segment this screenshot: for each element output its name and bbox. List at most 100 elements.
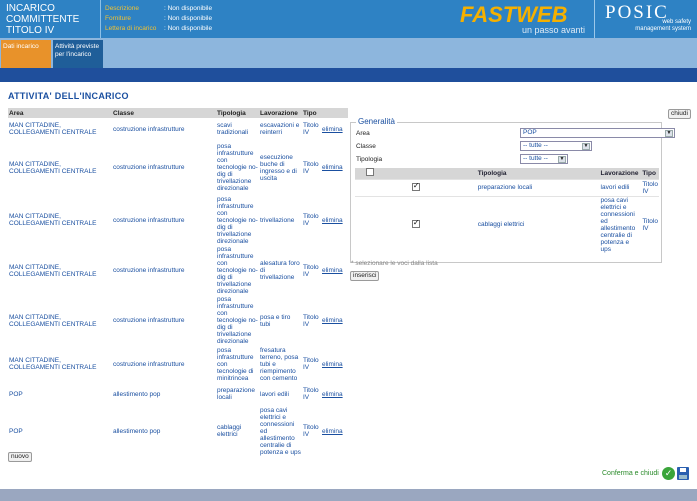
posic-sub-2: management system [635,26,691,32]
cell-tipologia: cablaggi elettrici [476,195,600,253]
cell-area: MAN CITTADINE, COLLEGAMENTI CENTRALE [9,313,97,328]
cell-tipo: Titolo IV [303,213,319,227]
cell-tipologia: posa infrastrutture con tecnologie no-di… [217,246,258,295]
header-band [0,68,697,82]
cell-lavorazione: fresatura terreno, posa tubi e riempimen… [260,346,299,382]
meta-label: Forniture [105,14,132,22]
col-tipologia: Tipologia [476,168,600,179]
nuovo-button[interactable]: nuovo [8,452,32,462]
selection-row: preparazione locali lavori edili Titolo … [355,178,659,196]
posic-logo: POSIC web safety management system [594,0,697,38]
cell-lavorazione: lavori edili [260,390,289,398]
tab-dati-incarico[interactable]: Dati incarico [1,40,51,68]
cell-tipo: Titolo IV [303,263,319,278]
fastweb-logo: FASTWEB un passo avanti [458,0,588,38]
classe-select-value: -- tutte -- [523,142,548,149]
col-lavorazione: Lavorazione [259,108,302,118]
cell-lavorazione: posa cavi elettrici e connessioni ed all… [599,195,642,253]
cell-tipo: Titolo IV [641,178,659,196]
cell-classe: costruzione infrastrutture [113,216,185,224]
cell-lavorazione: posa cavi elettrici e connessioni ed all… [260,406,301,456]
cell-area: POP [9,390,23,398]
table-row: MAN CITTADINE, COLLEGAMENTI CENTRALE cos… [8,140,348,195]
confirm-link[interactable]: Conferma e chiudi [602,470,659,477]
activities-table: Area Classe Tipologia Lavorazione Tipo M… [8,108,348,457]
row-checkbox[interactable] [411,182,420,191]
cell-tipologia: preparazione locali [476,178,600,196]
area-select[interactable]: POP ▼ [520,128,675,138]
meta-value: : Non disponibile [164,14,213,22]
elimina-link[interactable]: elimina [321,383,348,405]
table-row: POP allestimento pop cablaggi elettrici … [8,405,348,457]
elimina-link[interactable]: elimina [321,345,348,383]
select-all-checkbox[interactable] [366,168,374,177]
elimina-link[interactable]: elimina [321,140,348,195]
meta-lettera: Lettera di incarico : Non disponibile [105,23,212,33]
cell-area: MAN CITTADINE, COLLEGAMENTI CENTRALE [9,213,97,227]
tipologia-select-value: -- tutte -- [523,155,548,162]
posic-sub-1: web safety [662,19,691,25]
page-title: ATTIVITA' DELL'INCARICO [8,91,129,101]
title-line-1: INCARICO [6,3,55,14]
elimina-link[interactable]: elimina [321,245,348,296]
select-all-cell [355,168,477,179]
cell-classe: allestimento pop [113,427,161,435]
cell-tipologia: posa infrastrutture con tecnologie no-di… [217,296,258,345]
inserisci-button[interactable]: inserisci [350,271,380,281]
cell-classe: costruzione infrastrutture [113,267,185,274]
cell-area: MAN CITTADINE, COLLEGAMENTI CENTRALE [9,122,97,136]
cell-tipologia: posa infrastrutture con tecnologie no-di… [217,195,258,245]
meta-label: Lettera di incarico [105,24,157,32]
cell-tipo: Titolo IV [641,195,659,253]
classe-select[interactable]: -- tutte -- ▼ [520,141,592,151]
cell-lavorazione: trivellazione [260,216,295,224]
cell-classe: allestimento pop [113,390,161,398]
chiudi-button[interactable]: chiudi [668,109,691,119]
table-row: MAN CITTADINE, COLLEGAMENTI CENTRALE cos… [8,245,348,296]
tab-bar: Dati incarico Attività previste per l'in… [0,38,697,68]
cell-classe: costruzione infrastrutture [113,360,185,368]
cell-classe: costruzione infrastrutture [113,164,185,171]
cell-classe: costruzione infrastrutture [113,317,185,324]
elimina-link[interactable]: elimina [321,118,348,140]
title-line-3: TITOLO IV [6,25,55,36]
check-icon[interactable]: ✓ [662,467,675,480]
incarico-meta: Descrizione : Non disponibile Forniture … [100,0,212,38]
elimina-link[interactable]: elimina [321,296,348,345]
elimina-link[interactable]: elimina [321,405,348,457]
cell-tipo: Titolo IV [303,387,319,401]
table-row: MAN CITTADINE, COLLEGAMENTI CENTRALE cos… [8,118,348,140]
elimina-link[interactable]: elimina [321,195,348,245]
table-row: MAN CITTADINE, COLLEGAMENTI CENTRALE cos… [8,296,348,345]
cell-area: MAN CITTADINE, COLLEGAMENTI CENTRALE [9,160,97,175]
cell-tipologia: scavi tradizionali [217,122,249,136]
app-header: INCARICO COMMITTENTE TITOLO IV Descrizio… [0,0,697,38]
col-lavorazione: Lavorazione [599,168,642,179]
cell-tipo: Titolo IV [303,424,319,438]
row-checkbox[interactable] [411,219,420,228]
cell-lavorazione: posa e tiro tubi [260,313,291,328]
cell-tipo: Titolo IV [303,122,319,136]
row-checkbox-cell [355,178,477,196]
table-header-row: Area Classe Tipologia Lavorazione Tipo [8,108,348,118]
title-line-2: COMMITTENTE [6,14,80,25]
cell-tipologia: posa infrastrutture con tecnologie di mi… [217,346,254,382]
tipologia-select[interactable]: -- tutte -- ▼ [520,154,568,164]
cell-lavorazione: esecuzione buche di ingresso e di uscita [260,153,297,182]
cell-tipo: Titolo IV [303,357,319,371]
generalita-legend: Generalità [356,117,397,126]
chevron-down-icon: ▼ [582,143,590,150]
col-tipologia: Tipologia [216,108,259,118]
cell-area: POP [9,427,23,435]
chevron-down-icon: ▼ [558,156,566,163]
col-azione [321,108,348,118]
cell-area: MAN CITTADINE, COLLEGAMENTI CENTRALE [9,263,97,278]
save-icon[interactable] [677,467,689,480]
cell-tipologia: cablaggi elettrici [217,424,242,438]
tab-attivita-previste[interactable]: Attività previste per l'incarico [53,40,103,68]
area-label: Area [356,130,370,137]
meta-descrizione: Descrizione : Non disponibile [105,3,212,13]
meta-forniture: Forniture : Non disponibile [105,13,212,23]
cell-lavorazione: lavori edili [599,178,642,196]
cell-area: MAN CITTADINE, COLLEGAMENTI CENTRALE [9,357,97,371]
